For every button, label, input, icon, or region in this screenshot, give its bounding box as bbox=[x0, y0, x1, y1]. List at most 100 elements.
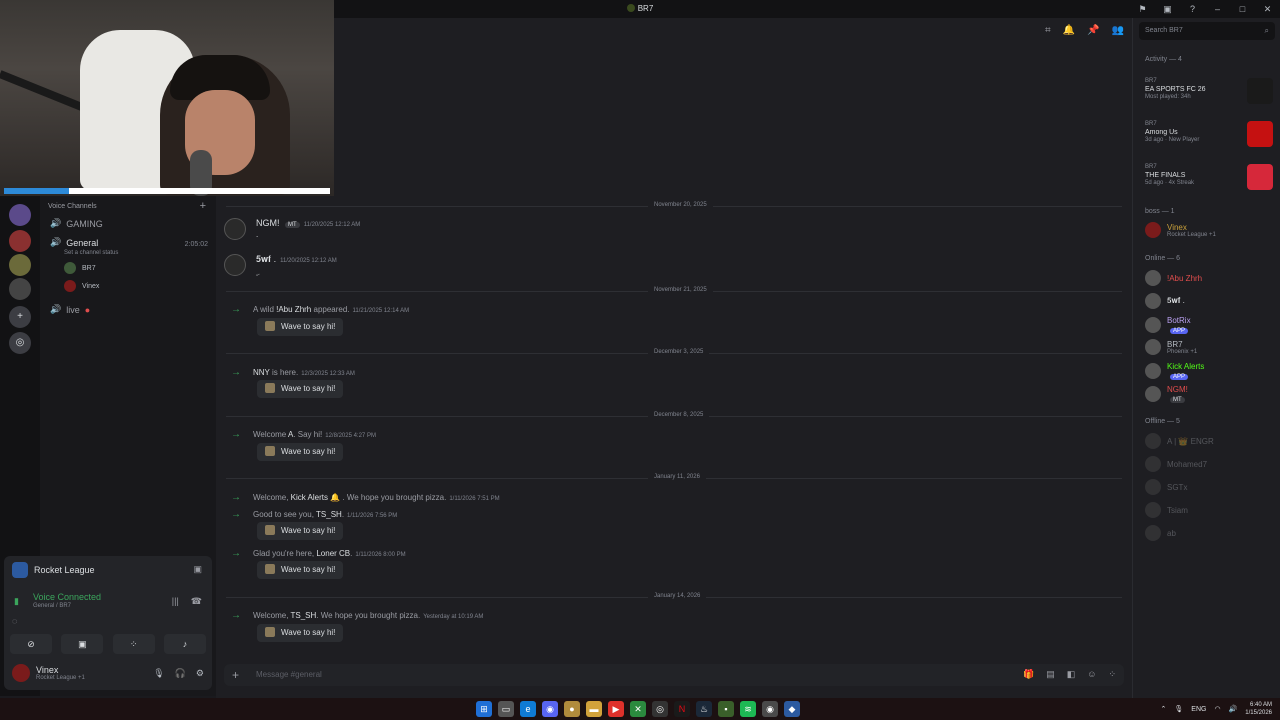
member-row[interactable]: 𝟓𝐰𝐟 . bbox=[1145, 293, 1185, 309]
wave-button[interactable]: Wave to say hi! bbox=[257, 380, 344, 398]
apps-icon[interactable]: ⁘ bbox=[1108, 669, 1116, 680]
category-header[interactable]: Voice Channels bbox=[48, 203, 97, 210]
member-row[interactable]: BotRix APP bbox=[1145, 316, 1191, 334]
member-row[interactable]: Kick Alerts APP bbox=[1145, 362, 1204, 380]
wave-button[interactable]: Wave to say hi! bbox=[257, 443, 344, 461]
steam-icon[interactable]: ♨ bbox=[696, 701, 712, 717]
voice-connected-label[interactable]: Voice Connected bbox=[33, 592, 101, 602]
username[interactable]: 𝟓𝐰𝐟 . bbox=[256, 254, 276, 264]
noise-suppression-icon[interactable]: ◌ bbox=[12, 616, 17, 626]
attach-plus-icon[interactable]: + bbox=[232, 668, 239, 682]
tray-chevron-icon[interactable]: ⌃ bbox=[1161, 705, 1167, 713]
member-row[interactable]: Vinex Rocket League +1 bbox=[1145, 222, 1216, 238]
activities-button[interactable]: ⁘ bbox=[112, 634, 155, 654]
avatar[interactable] bbox=[224, 254, 246, 276]
call-timer: 2:05:02 bbox=[184, 241, 208, 248]
volume-icon[interactable]: 🔊 bbox=[1229, 705, 1238, 713]
avatar[interactable] bbox=[224, 218, 246, 240]
role-header: boss — 1 bbox=[1145, 208, 1175, 215]
activity-card[interactable]: BR7 EA SPORTS FC 26 Most played: 34h bbox=[1145, 78, 1273, 104]
folder-icon[interactable]: ▬ bbox=[586, 701, 602, 717]
server-icon[interactable] bbox=[9, 230, 31, 252]
mic-icon[interactable]: 🎙 bbox=[153, 668, 164, 679]
settings-gear-icon[interactable]: ⚙ bbox=[196, 668, 204, 679]
game-cover-icon bbox=[1247, 78, 1273, 104]
member-row[interactable]: BR7 Phoenix +1 bbox=[1145, 339, 1197, 355]
sticker-icon[interactable]: ◧ bbox=[1067, 669, 1076, 680]
mic-icon[interactable]: 🎙 bbox=[1174, 705, 1183, 713]
spotify-icon[interactable]: ≋ bbox=[740, 701, 756, 717]
add-server-icon[interactable]: + bbox=[9, 306, 31, 328]
member-row[interactable]: NGM! MT bbox=[1145, 385, 1188, 403]
discover-icon[interactable]: ◎ bbox=[9, 332, 31, 354]
member-row-offline[interactable]: ab bbox=[1145, 525, 1176, 541]
wave-button[interactable]: Wave to say hi! bbox=[257, 624, 344, 642]
soundboard-button[interactable]: ♪ bbox=[163, 634, 206, 654]
inbox-icon[interactable]: ⚑ bbox=[1130, 4, 1155, 15]
set-channel-status[interactable]: Set a channel status bbox=[64, 250, 118, 256]
maximize-button[interactable]: □ bbox=[1230, 4, 1255, 14]
signal-icon[interactable]: ▮ bbox=[14, 596, 19, 607]
date-divider: November 20, 2025 bbox=[226, 202, 1122, 208]
screen-icon[interactable]: ▣ bbox=[1155, 4, 1180, 15]
voice-user[interactable]: BR7 bbox=[64, 262, 96, 274]
members-icon[interactable]: 👥 bbox=[1112, 25, 1124, 36]
emoji-icon[interactable]: ☺ bbox=[1087, 669, 1096, 680]
soundboard-icon[interactable]: ||| bbox=[172, 596, 179, 607]
app-icon[interactable]: ● bbox=[564, 701, 580, 717]
obs-icon[interactable]: ◎ bbox=[652, 701, 668, 717]
chrome-icon[interactable]: ◉ bbox=[762, 701, 778, 717]
rocket-league-icon[interactable]: ◆ bbox=[784, 701, 800, 717]
app-icon[interactable]: ▪ bbox=[718, 701, 734, 717]
gift-icon[interactable]: 🎁 bbox=[1023, 669, 1034, 680]
voice-channel-label[interactable]: General / BR7 bbox=[33, 603, 71, 609]
server-icon[interactable] bbox=[9, 278, 31, 300]
username[interactable]: NGM! bbox=[256, 218, 280, 228]
gif-icon[interactable]: ▤ bbox=[1046, 669, 1055, 680]
message-input[interactable]: Message #general bbox=[256, 670, 322, 679]
camera-off-button[interactable]: ⊘ bbox=[10, 634, 52, 654]
netflix-icon[interactable]: N bbox=[674, 701, 690, 717]
edge-icon[interactable]: e bbox=[520, 701, 536, 717]
windows-start-icon[interactable]: ⊞ bbox=[476, 701, 492, 717]
xbox-icon[interactable]: ✕ bbox=[630, 701, 646, 717]
search-input[interactable]: Search BR7 ⌕ bbox=[1139, 22, 1275, 40]
lang-indicator[interactable]: ENG bbox=[1191, 706, 1206, 713]
pin-icon[interactable]: 📌 bbox=[1087, 25, 1099, 36]
threads-icon[interactable]: ⌗ bbox=[1045, 25, 1051, 36]
current-user[interactable]: Vinex Rocket League +1 bbox=[12, 664, 85, 682]
help-icon[interactable]: ? bbox=[1180, 4, 1205, 14]
member-row-offline[interactable]: SGTx bbox=[1145, 479, 1187, 495]
member-row-offline[interactable]: Mohamed7 bbox=[1145, 456, 1207, 472]
screen-share-button[interactable]: ▣ bbox=[61, 634, 104, 654]
headphones-icon[interactable]: 🎧 bbox=[175, 668, 186, 679]
activity-card[interactable]: BR7 Among Us 3d ago · New Player bbox=[1145, 121, 1273, 147]
avatar bbox=[64, 262, 76, 274]
server-icon[interactable] bbox=[9, 204, 31, 226]
channel-general[interactable]: 🔊 General bbox=[50, 237, 98, 248]
clock[interactable]: 6:40 AM 1/15/2026 bbox=[1245, 701, 1272, 717]
discord-icon[interactable]: ◉ bbox=[542, 701, 558, 717]
wifi-icon[interactable]: ◠ bbox=[1214, 705, 1220, 713]
voice-user[interactable]: Vinex bbox=[64, 280, 99, 292]
file-icon[interactable]: ▭ bbox=[498, 701, 514, 717]
activity-card[interactable]: BR7 THE FINALS 5d ago · 4x Streak bbox=[1145, 164, 1273, 190]
server-icon[interactable] bbox=[9, 254, 31, 276]
member-row-offline[interactable]: A | 👑 ENGR bbox=[1145, 433, 1214, 449]
wave-button[interactable]: Wave to say hi! bbox=[257, 561, 344, 579]
message-composer[interactable]: + Message #general 🎁 ▤ ◧ ☺ ⁘ bbox=[224, 664, 1124, 686]
disconnect-icon[interactable]: ☎ bbox=[191, 596, 202, 607]
rocket-league-icon bbox=[12, 562, 28, 578]
wave-button[interactable]: Wave to say hi! bbox=[257, 318, 344, 336]
channel-gaming[interactable]: 🔊 GAMING bbox=[50, 218, 103, 229]
wave-button[interactable]: Wave to say hi! bbox=[257, 522, 344, 540]
add-channel-icon[interactable]: + bbox=[200, 200, 206, 212]
member-row-offline[interactable]: Tsiam bbox=[1145, 502, 1188, 518]
close-button[interactable]: ✕ bbox=[1255, 4, 1280, 15]
channel-live[interactable]: 🔊 live ● bbox=[50, 304, 90, 315]
youtube-icon[interactable]: ▶ bbox=[608, 701, 624, 717]
minimize-button[interactable]: – bbox=[1205, 4, 1230, 14]
bell-icon[interactable]: 🔔 bbox=[1063, 25, 1075, 36]
screen-share-icon[interactable]: ▣ bbox=[193, 564, 202, 575]
member-row[interactable]: !Abu Zhrh bbox=[1145, 270, 1202, 286]
